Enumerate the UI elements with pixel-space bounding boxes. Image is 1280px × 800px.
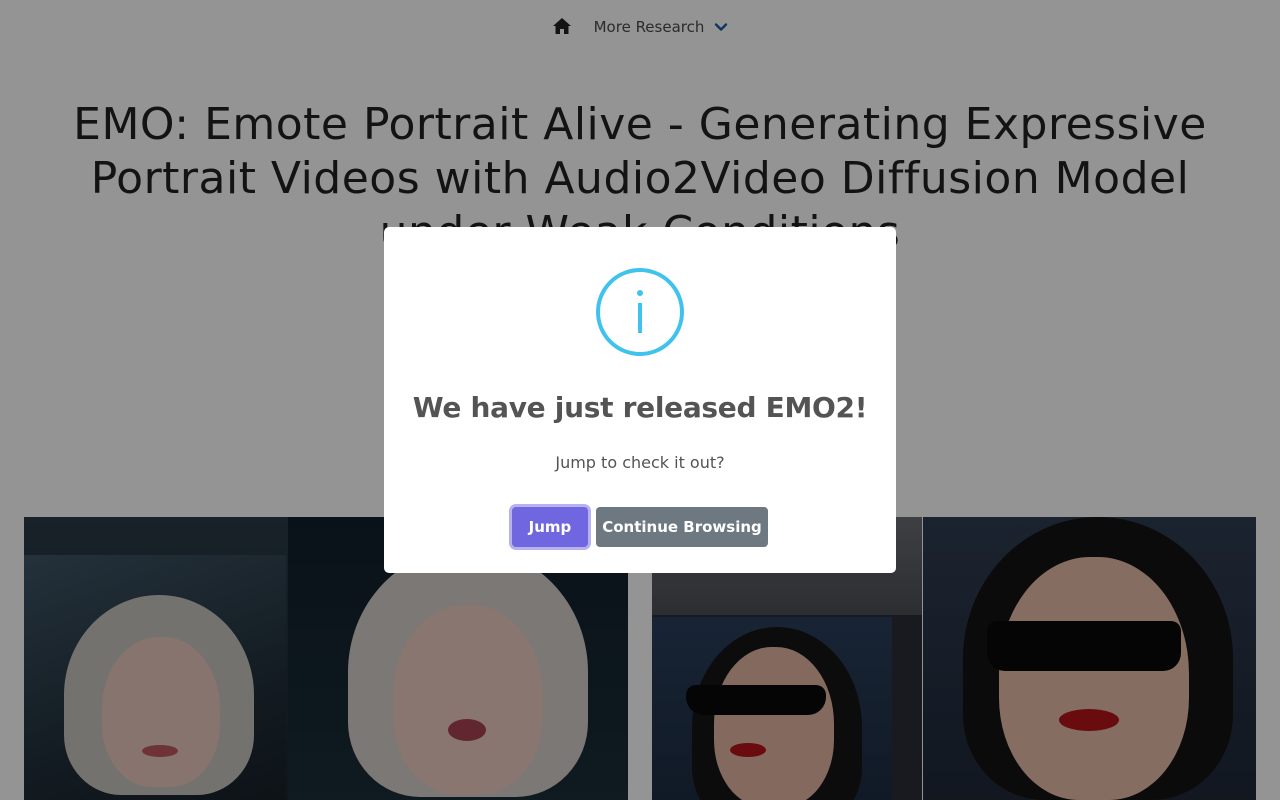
dialog-title: We have just released EMO2!	[412, 391, 868, 424]
page: More Research EMO: Emote Portrait Alive …	[0, 0, 1280, 800]
dialog-text: Jump to check it out?	[555, 453, 725, 472]
release-dialog: We have just released EMO2! Jump to chec…	[384, 227, 896, 573]
continue-browsing-button[interactable]: Continue Browsing	[596, 507, 768, 547]
info-icon	[595, 267, 685, 357]
jump-button[interactable]: Jump	[512, 507, 588, 547]
dialog-actions: Jump Continue Browsing	[384, 507, 896, 547]
